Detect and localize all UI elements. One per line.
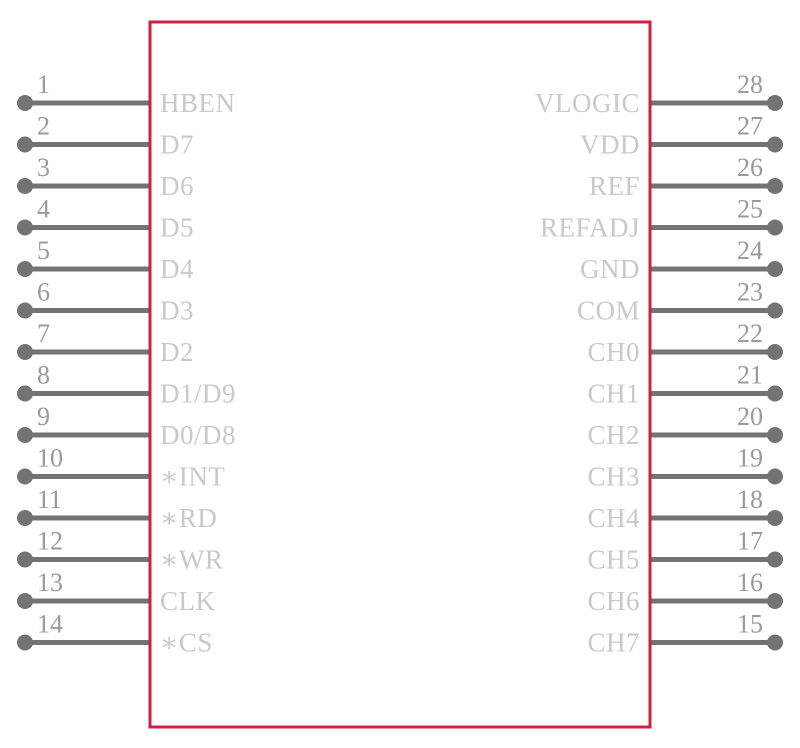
- pin-label: REFADJ: [540, 213, 640, 243]
- pin-terminal-dot[interactable]: [767, 219, 783, 236]
- pin-terminal-dot[interactable]: [17, 634, 33, 651]
- pin-number: 27: [737, 112, 763, 141]
- pin-number: 7: [37, 319, 50, 348]
- pin-label: VDD: [580, 130, 640, 160]
- pin-number: 19: [737, 444, 763, 473]
- pin-label: COM: [577, 296, 640, 326]
- pin-terminal-dot[interactable]: [767, 385, 783, 402]
- pin-label: D0/D8: [160, 420, 236, 450]
- pin-label: D4: [160, 254, 194, 284]
- pin-label: D3: [160, 296, 194, 326]
- pin-number: 26: [737, 153, 763, 182]
- pin-label: VLOGIC: [535, 88, 640, 118]
- pin-terminal-dot[interactable]: [767, 427, 783, 443]
- pin-number: 28: [737, 70, 763, 99]
- pin-number: 2: [37, 112, 50, 141]
- pin-number: 18: [737, 485, 763, 514]
- pin-number: 12: [37, 527, 63, 556]
- pin-label: CH3: [587, 462, 640, 492]
- pin-terminal-dot[interactable]: [17, 261, 33, 277]
- pin-terminal-dot[interactable]: [767, 593, 783, 609]
- pin-number: 4: [37, 195, 50, 224]
- pin-terminal-dot[interactable]: [767, 136, 783, 153]
- pin-terminal-dot[interactable]: [17, 593, 33, 609]
- pin-label: D1/D9: [160, 379, 236, 409]
- pin-terminal-dot[interactable]: [767, 178, 783, 194]
- pin-number: 1: [37, 70, 50, 99]
- pin-number: 3: [37, 153, 50, 182]
- pin-label: ∗WR: [160, 545, 223, 575]
- pin-label: D2: [160, 337, 194, 367]
- pin-terminal-dot[interactable]: [767, 344, 783, 360]
- pin-terminal-dot[interactable]: [17, 178, 33, 194]
- pin-number: 16: [737, 568, 763, 597]
- pin-terminal-dot[interactable]: [767, 551, 783, 568]
- pin-label: CH6: [587, 586, 640, 616]
- pin-number: 23: [737, 278, 763, 307]
- pin-label: GND: [580, 254, 640, 284]
- pin-terminal-dot[interactable]: [17, 551, 33, 568]
- pin-label: HBEN: [160, 88, 236, 118]
- canvas-background: [0, 0, 800, 748]
- pin-terminal-dot[interactable]: [17, 468, 33, 485]
- pin-number: 9: [37, 402, 50, 431]
- pin-label: CH5: [587, 545, 640, 575]
- pin-terminal-dot[interactable]: [17, 302, 33, 319]
- pin-label: CLK: [160, 586, 216, 616]
- pin-number: 24: [737, 236, 763, 265]
- pin-number: 14: [37, 610, 63, 639]
- pin-terminal-dot[interactable]: [767, 302, 783, 319]
- pin-label: CH2: [587, 420, 640, 450]
- pin-label: REF: [589, 171, 640, 201]
- pin-label: D5: [160, 213, 194, 243]
- pin-label: ∗RD: [160, 503, 217, 533]
- pin-label: CH7: [587, 628, 640, 658]
- pin-number: 17: [737, 527, 763, 556]
- pin-label: D6: [160, 171, 194, 201]
- pin-number: 8: [37, 361, 50, 390]
- pin-terminal-dot[interactable]: [17, 427, 33, 443]
- pin-number: 21: [737, 361, 763, 390]
- pin-terminal-dot[interactable]: [767, 510, 783, 526]
- pin-terminal-dot[interactable]: [767, 95, 783, 111]
- pin-label: ∗INT: [160, 462, 225, 492]
- pin-terminal-dot[interactable]: [767, 261, 783, 277]
- pin-number: 6: [37, 278, 50, 307]
- pin-number: 25: [737, 195, 763, 224]
- pin-number: 10: [37, 444, 63, 473]
- schematic-symbol-canvas: HBEN 1 D7 2 D6 3 D5 4 D4 5 D3 6 D2 7 D1/D9 8 D0/D8 9 ∗INT 1…: [0, 0, 800, 748]
- pin-terminal-dot[interactable]: [17, 219, 33, 236]
- pin-label: ∗CS: [160, 628, 213, 658]
- pin-terminal-dot[interactable]: [17, 510, 33, 526]
- pin-number: 20: [737, 402, 763, 431]
- pin-number: 13: [37, 568, 63, 597]
- pin-label: CH1: [587, 379, 640, 409]
- pin-number: 15: [737, 610, 763, 639]
- pin-label: CH4: [587, 503, 640, 533]
- pin-terminal-dot[interactable]: [17, 385, 33, 402]
- pin-number: 11: [37, 485, 62, 514]
- pin-label: CH0: [587, 337, 640, 367]
- pin-terminal-dot[interactable]: [17, 344, 33, 360]
- pin-terminal-dot[interactable]: [767, 634, 783, 651]
- pin-terminal-dot[interactable]: [17, 136, 33, 153]
- pin-number: 22: [737, 319, 763, 348]
- pin-label: D7: [160, 130, 194, 160]
- pin-terminal-dot[interactable]: [17, 95, 33, 111]
- pin-terminal-dot[interactable]: [767, 468, 783, 485]
- pin-number: 5: [37, 236, 50, 265]
